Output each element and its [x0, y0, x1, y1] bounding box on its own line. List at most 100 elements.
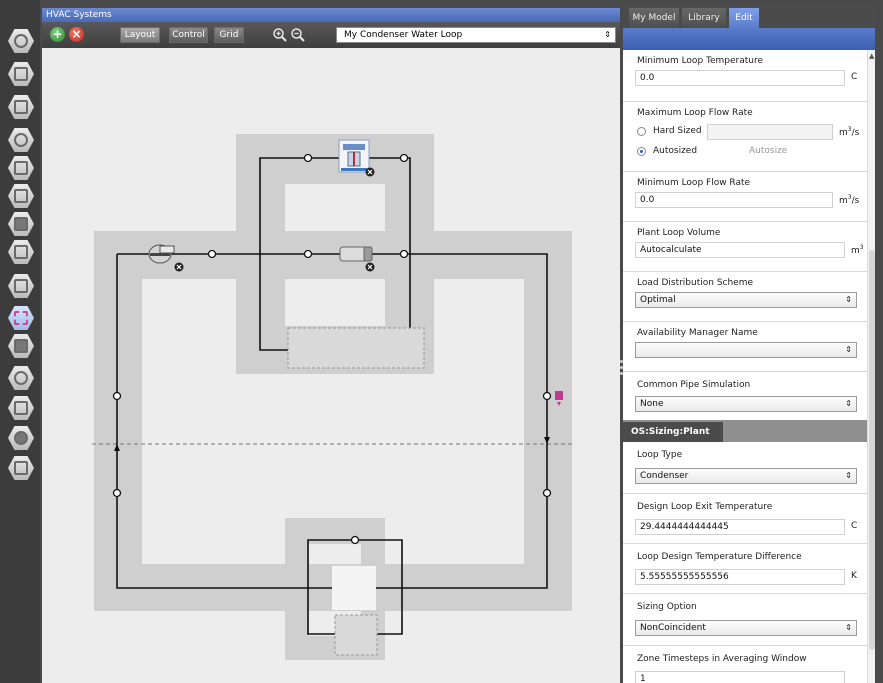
node[interactable] [112, 391, 122, 401]
min-loop-temperature-section: Minimum Loop Temperature 0.0 C [623, 50, 867, 102]
loop-type-section: Loop Type Condenser ⇕ [623, 442, 867, 494]
load-distribution-select[interactable]: Optimal ⇕ [635, 292, 857, 308]
autosized-label: Autosized [653, 146, 698, 156]
availability-manager-select[interactable]: ⇕ [635, 342, 857, 358]
hard-sized-radio[interactable] [637, 127, 646, 136]
loop-type-select[interactable]: Condenser ⇕ [635, 468, 857, 484]
scrollbar-thumb[interactable] [869, 250, 875, 650]
sizing-plant-tab[interactable]: OS:Sizing:Plant [623, 422, 723, 442]
node[interactable] [399, 153, 409, 163]
field-label: Loop Type [637, 450, 683, 460]
autosized-radio[interactable] [637, 147, 646, 156]
remove-button[interactable]: × [69, 27, 84, 42]
field-label: Plant Loop Volume [637, 228, 721, 238]
zone-timesteps-section: Zone Timesteps in Averaging Window 1 [623, 646, 867, 683]
plant-loop-dropdown[interactable]: My Condenser Water Loop ⇕ [336, 27, 616, 43]
left-vertical-toolbar [0, 0, 40, 683]
plant-loop-volume-input[interactable]: Autocalculate [635, 242, 845, 258]
site-icon[interactable] [8, 28, 34, 54]
field-label: Maximum Loop Flow Rate [637, 108, 753, 118]
min-loop-temperature-input[interactable]: 0.0 [635, 70, 845, 86]
common-pipe-section: Common Pipe Simulation None ⇕ [623, 372, 867, 424]
unit-label: K [851, 571, 857, 581]
delete-icon[interactable] [365, 262, 375, 272]
sizing-option-select[interactable]: NonCoincident ⇕ [635, 620, 857, 636]
condenser-loop-diagram [92, 134, 574, 660]
common-pipe-select[interactable]: None ⇕ [635, 396, 857, 412]
dropdown-arrows-icon: ⇕ [845, 471, 852, 480]
temperature-difference-input[interactable]: 5.55555555555556 [635, 569, 845, 585]
geometry-icon[interactable] [8, 183, 34, 209]
supply-drop-zone[interactable] [287, 327, 425, 369]
plant-loop-volume-section: Plant Loop Volume Autocalculate m3 [623, 222, 867, 272]
zoom-in-icon[interactable] [272, 27, 288, 43]
node[interactable] [207, 249, 217, 259]
load-distribution-section: Load Distribution Scheme Optimal ⇕ [623, 272, 867, 322]
tab-my-model[interactable]: My Model [629, 8, 679, 28]
cooling-tower-icon[interactable] [338, 139, 370, 173]
field-label: Load Distribution Scheme [637, 278, 754, 288]
inspector-scrollbar[interactable]: ▲ [867, 50, 875, 683]
spaces-icon[interactable] [8, 239, 34, 265]
demand-drop-zone[interactable] [334, 614, 378, 656]
dropdown-arrows-icon: ⇕ [604, 30, 611, 39]
node[interactable] [303, 249, 313, 259]
add-button[interactable]: + [50, 27, 65, 42]
sizing-plant-header: OS:Sizing:Plant [623, 420, 867, 442]
unit-label: C [851, 521, 858, 531]
tab-edit[interactable]: Edit [729, 8, 759, 28]
thermal-zones-icon[interactable] [8, 273, 34, 299]
hvac-title-bar: HVAC Systems [42, 8, 620, 22]
tab-control[interactable]: Control [169, 27, 208, 43]
constructions-icon[interactable] [8, 94, 34, 120]
zoom-out-icon[interactable] [290, 27, 306, 43]
delete-icon[interactable] [174, 262, 184, 272]
dropdown-arrows-icon: ⇕ [845, 399, 852, 408]
node[interactable] [350, 535, 360, 545]
tab-grid[interactable]: Grid [214, 27, 244, 43]
field-label: Loop Design Temperature Difference [637, 552, 802, 562]
node[interactable] [399, 249, 409, 259]
inspector-fields: Minimum Loop Temperature 0.0 C Maximum L… [623, 50, 867, 683]
hvac-systems-icon[interactable] [8, 305, 34, 331]
node[interactable] [542, 488, 552, 498]
simulation-settings-icon[interactable] [8, 365, 34, 391]
dropdown-arrows-icon: ⇕ [845, 295, 852, 304]
variables-icon[interactable] [8, 333, 34, 359]
node[interactable] [112, 488, 122, 498]
field-label: Design Loop Exit Temperature [637, 502, 773, 512]
run-icon[interactable] [8, 425, 34, 451]
space-types-icon[interactable] [8, 155, 34, 181]
min-loop-flow-input[interactable]: 0.0 [635, 192, 833, 208]
field-label: Availability Manager Name [637, 328, 758, 338]
temperature-difference-section: Loop Design Temperature Difference 5.555… [623, 544, 867, 594]
hvac-toolbar: + × Layout Control Grid My Condenser Wat… [42, 22, 620, 48]
unit-label: m3/s [839, 126, 860, 138]
loads-icon[interactable] [8, 127, 34, 153]
facility-icon[interactable] [8, 211, 34, 237]
field-label: Common Pipe Simulation [637, 380, 751, 390]
exit-temperature-input[interactable]: 29.4444444444445 [635, 519, 845, 535]
hard-sized-label: Hard Sized [653, 126, 702, 136]
scripts-icon[interactable] [8, 395, 34, 421]
results-icon[interactable] [8, 455, 34, 481]
schedules-icon[interactable] [8, 61, 34, 87]
tab-layout[interactable]: Layout [120, 27, 160, 43]
min-loop-flow-section: Minimum Loop Flow Rate 0.0 m3/s [623, 172, 867, 222]
node[interactable] [303, 153, 313, 163]
unit-label: m3 [851, 244, 864, 256]
inspector-tab-bar: My Model Library Edit [623, 6, 875, 28]
zone-timesteps-input[interactable]: 1 [635, 671, 845, 683]
inspector-header-bar [623, 28, 875, 50]
tab-library[interactable]: Library [682, 8, 726, 28]
openstudio-window: HVAC Systems + × Layout Control Grid My … [0, 0, 883, 683]
dropdown-arrows-icon: ⇕ [845, 623, 852, 632]
node[interactable] [542, 391, 552, 401]
autosize-button[interactable]: Autosize [749, 146, 787, 156]
bypass-pipe-icon[interactable] [339, 246, 373, 262]
inspector-panel: My Model Library Edit Minimum Loop Tempe… [623, 6, 875, 683]
loop-diagram-canvas[interactable] [42, 48, 620, 683]
hard-sized-value-input[interactable] [707, 124, 833, 140]
scroll-up-arrow-icon[interactable]: ▲ [869, 52, 874, 60]
delete-icon[interactable] [365, 167, 375, 177]
